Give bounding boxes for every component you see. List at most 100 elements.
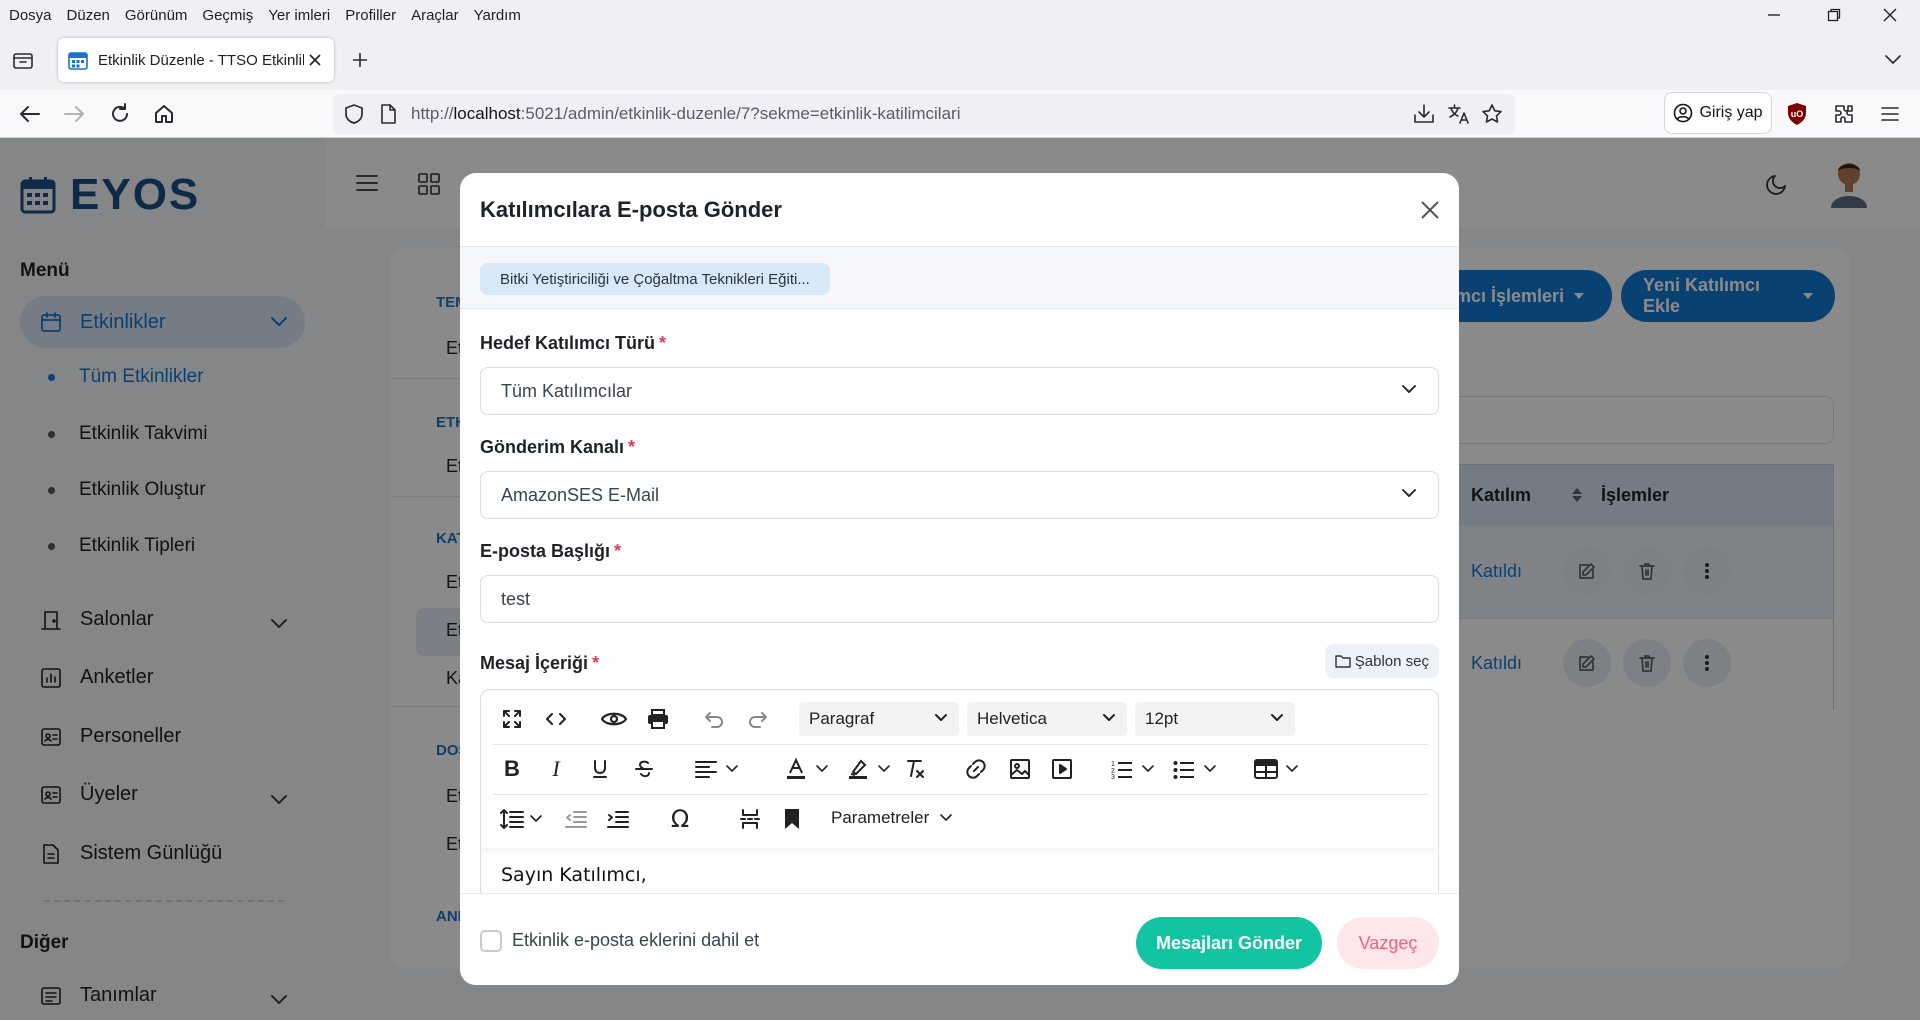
- target-type-label: Hedef Katılımcı Türü *: [480, 333, 667, 353]
- chevron-down-icon: [1269, 711, 1285, 725]
- menu-profiles[interactable]: Profiller: [345, 7, 396, 24]
- select-value: Helvetica: [977, 709, 1047, 728]
- new-tab-icon[interactable]: [350, 50, 370, 70]
- chevron-down-icon[interactable]: [1277, 754, 1307, 784]
- forward-icon[interactable]: [60, 100, 88, 128]
- list-all-tabs-icon[interactable]: [1884, 52, 1902, 66]
- select-value: Tüm Katılımcılar: [501, 380, 633, 401]
- modal-footer: Etkinlik e-posta eklerini dahil et Mesaj…: [460, 893, 1459, 985]
- tab-title: Etkinlik Düzenle - TTSO Etkinlik: [98, 51, 304, 69]
- clear-format-icon[interactable]: [901, 754, 931, 784]
- editor-toolbar: Paragraf Helvetica 12pt B I 123 Ω Parame…: [481, 690, 1438, 848]
- image-icon[interactable]: [1005, 754, 1035, 784]
- strikethrough-icon[interactable]: [629, 754, 659, 784]
- modal-title: Katılımcılara E-posta Gönder: [480, 196, 782, 222]
- back-icon[interactable]: [16, 100, 44, 128]
- italic-icon[interactable]: I: [541, 754, 571, 784]
- restore-icon[interactable]: [1804, 0, 1864, 30]
- event-name-badge: Bitki Yetiştiriciliği ve Çoğaltma Teknik…: [480, 263, 830, 295]
- menu-help[interactable]: Yardım: [474, 7, 521, 24]
- modal-header: Katılımcılara E-posta Gönder: [460, 173, 1459, 247]
- button-label: Şablon seç: [1354, 652, 1429, 670]
- send-messages-button[interactable]: Mesajları Gönder: [1136, 917, 1322, 969]
- address-bar[interactable]: http://localhost:5021/admin/etkinlik-duz…: [333, 94, 1515, 134]
- preview-icon[interactable]: [599, 704, 629, 734]
- translate-icon[interactable]: [1447, 103, 1471, 125]
- tab-list-icon[interactable]: [12, 50, 34, 70]
- close-modal-button[interactable]: [1415, 195, 1445, 225]
- extensions-icon[interactable]: [1830, 100, 1858, 128]
- page-break-icon[interactable]: [735, 804, 765, 834]
- chevron-down-icon: [939, 812, 953, 824]
- reload-icon[interactable]: [106, 100, 134, 128]
- browser-menubar: Dosya Düzen Görünüm Geçmiş Yer imleri Pr…: [0, 0, 1920, 30]
- folder-icon: [1335, 654, 1351, 668]
- content-label: Mesaj İçeriği *: [480, 653, 600, 673]
- bold-icon[interactable]: B: [497, 754, 527, 784]
- menu-history[interactable]: Geçmiş: [202, 7, 253, 24]
- sign-in-label: Giriş yap: [1699, 104, 1763, 121]
- chevron-down-icon: [1400, 382, 1418, 396]
- underline-icon[interactable]: [585, 754, 615, 784]
- calendar-favicon-icon: [68, 50, 88, 70]
- close-window-icon[interactable]: [1860, 0, 1920, 30]
- account-icon: [1673, 103, 1693, 123]
- chevron-down-icon[interactable]: [1195, 754, 1225, 784]
- source-code-icon[interactable]: [541, 704, 571, 734]
- undo-icon[interactable]: [699, 704, 729, 734]
- shield-icon[interactable]: [343, 103, 365, 125]
- font-family-select[interactable]: Helvetica: [967, 702, 1127, 736]
- chevron-down-icon[interactable]: [717, 754, 747, 784]
- subject-input[interactable]: test: [480, 575, 1439, 623]
- menu-edit[interactable]: Düzen: [67, 7, 110, 24]
- page-info-icon[interactable]: [379, 104, 397, 124]
- chevron-down-icon: [1400, 486, 1418, 500]
- navigation-toolbar: http://localhost:5021/admin/etkinlik-duz…: [0, 90, 1920, 138]
- indent-icon[interactable]: [603, 804, 633, 834]
- input-value: test: [501, 588, 531, 609]
- chevron-down-icon[interactable]: [869, 754, 899, 784]
- channel-select[interactable]: AmazonSES E-Mail: [480, 471, 1439, 519]
- channel-label: Gönderim Kanalı *: [480, 437, 636, 457]
- redo-icon[interactable]: [743, 704, 773, 734]
- include-attachments-label[interactable]: Etkinlik e-posta eklerini dahil et: [512, 930, 759, 951]
- cancel-button[interactable]: Vazgeç: [1337, 917, 1439, 969]
- choose-template-button[interactable]: Şablon seç: [1324, 644, 1439, 678]
- special-character-icon[interactable]: Ω: [665, 804, 695, 834]
- block-format-select[interactable]: Paragraf: [799, 702, 959, 736]
- select-value: Paragraf: [809, 709, 875, 728]
- sign-in-button[interactable]: Giriş yap: [1664, 92, 1772, 134]
- close-tab-icon[interactable]: [308, 53, 322, 67]
- home-icon[interactable]: [150, 100, 178, 128]
- event-strip: Bitki Yetiştiriciliği ve Çoğaltma Teknik…: [460, 247, 1459, 309]
- parameters-menu[interactable]: Parametreler: [831, 808, 953, 828]
- hamburger-menu-icon[interactable]: [1876, 100, 1904, 128]
- media-icon[interactable]: [1047, 754, 1077, 784]
- menu-view[interactable]: Görünüm: [125, 7, 188, 24]
- bookmark-icon[interactable]: [777, 804, 807, 834]
- minimize-icon[interactable]: [1744, 0, 1804, 30]
- save-page-icon[interactable]: [1413, 103, 1435, 125]
- outdent-icon[interactable]: [561, 804, 591, 834]
- email-modal: Katılımcılara E-posta Gönder Bitki Yetiş…: [460, 173, 1459, 985]
- menu-tools[interactable]: Araçlar: [411, 7, 459, 24]
- chevron-down-icon[interactable]: [521, 804, 551, 834]
- fullscreen-icon[interactable]: [497, 704, 527, 734]
- chevron-down-icon[interactable]: [1133, 754, 1163, 784]
- menu-file[interactable]: Dosya: [9, 7, 52, 24]
- menu-bookmarks[interactable]: Yer imleri: [268, 7, 330, 24]
- chevron-down-icon[interactable]: [807, 754, 837, 784]
- tab-active[interactable]: Etkinlik Düzenle - TTSO Etkinlik: [58, 38, 334, 82]
- url-text[interactable]: http://localhost:5021/admin/etkinlik-duz…: [411, 104, 960, 124]
- target-type-select[interactable]: Tüm Katılımcılar: [480, 367, 1439, 415]
- link-icon[interactable]: [961, 754, 991, 784]
- bookmark-star-icon[interactable]: [1481, 103, 1503, 125]
- select-value: AmazonSES E-Mail: [501, 484, 660, 505]
- print-icon[interactable]: [643, 704, 673, 734]
- font-size-select[interactable]: 12pt: [1135, 702, 1295, 736]
- ublock-shield-icon[interactable]: uO: [1786, 102, 1808, 126]
- subject-label: E-posta Başlığı *: [480, 541, 622, 561]
- editor-body[interactable]: Sayın Katılımcı,: [501, 864, 647, 886]
- include-attachments-checkbox[interactable]: [480, 930, 502, 952]
- chevron-down-icon: [933, 711, 949, 725]
